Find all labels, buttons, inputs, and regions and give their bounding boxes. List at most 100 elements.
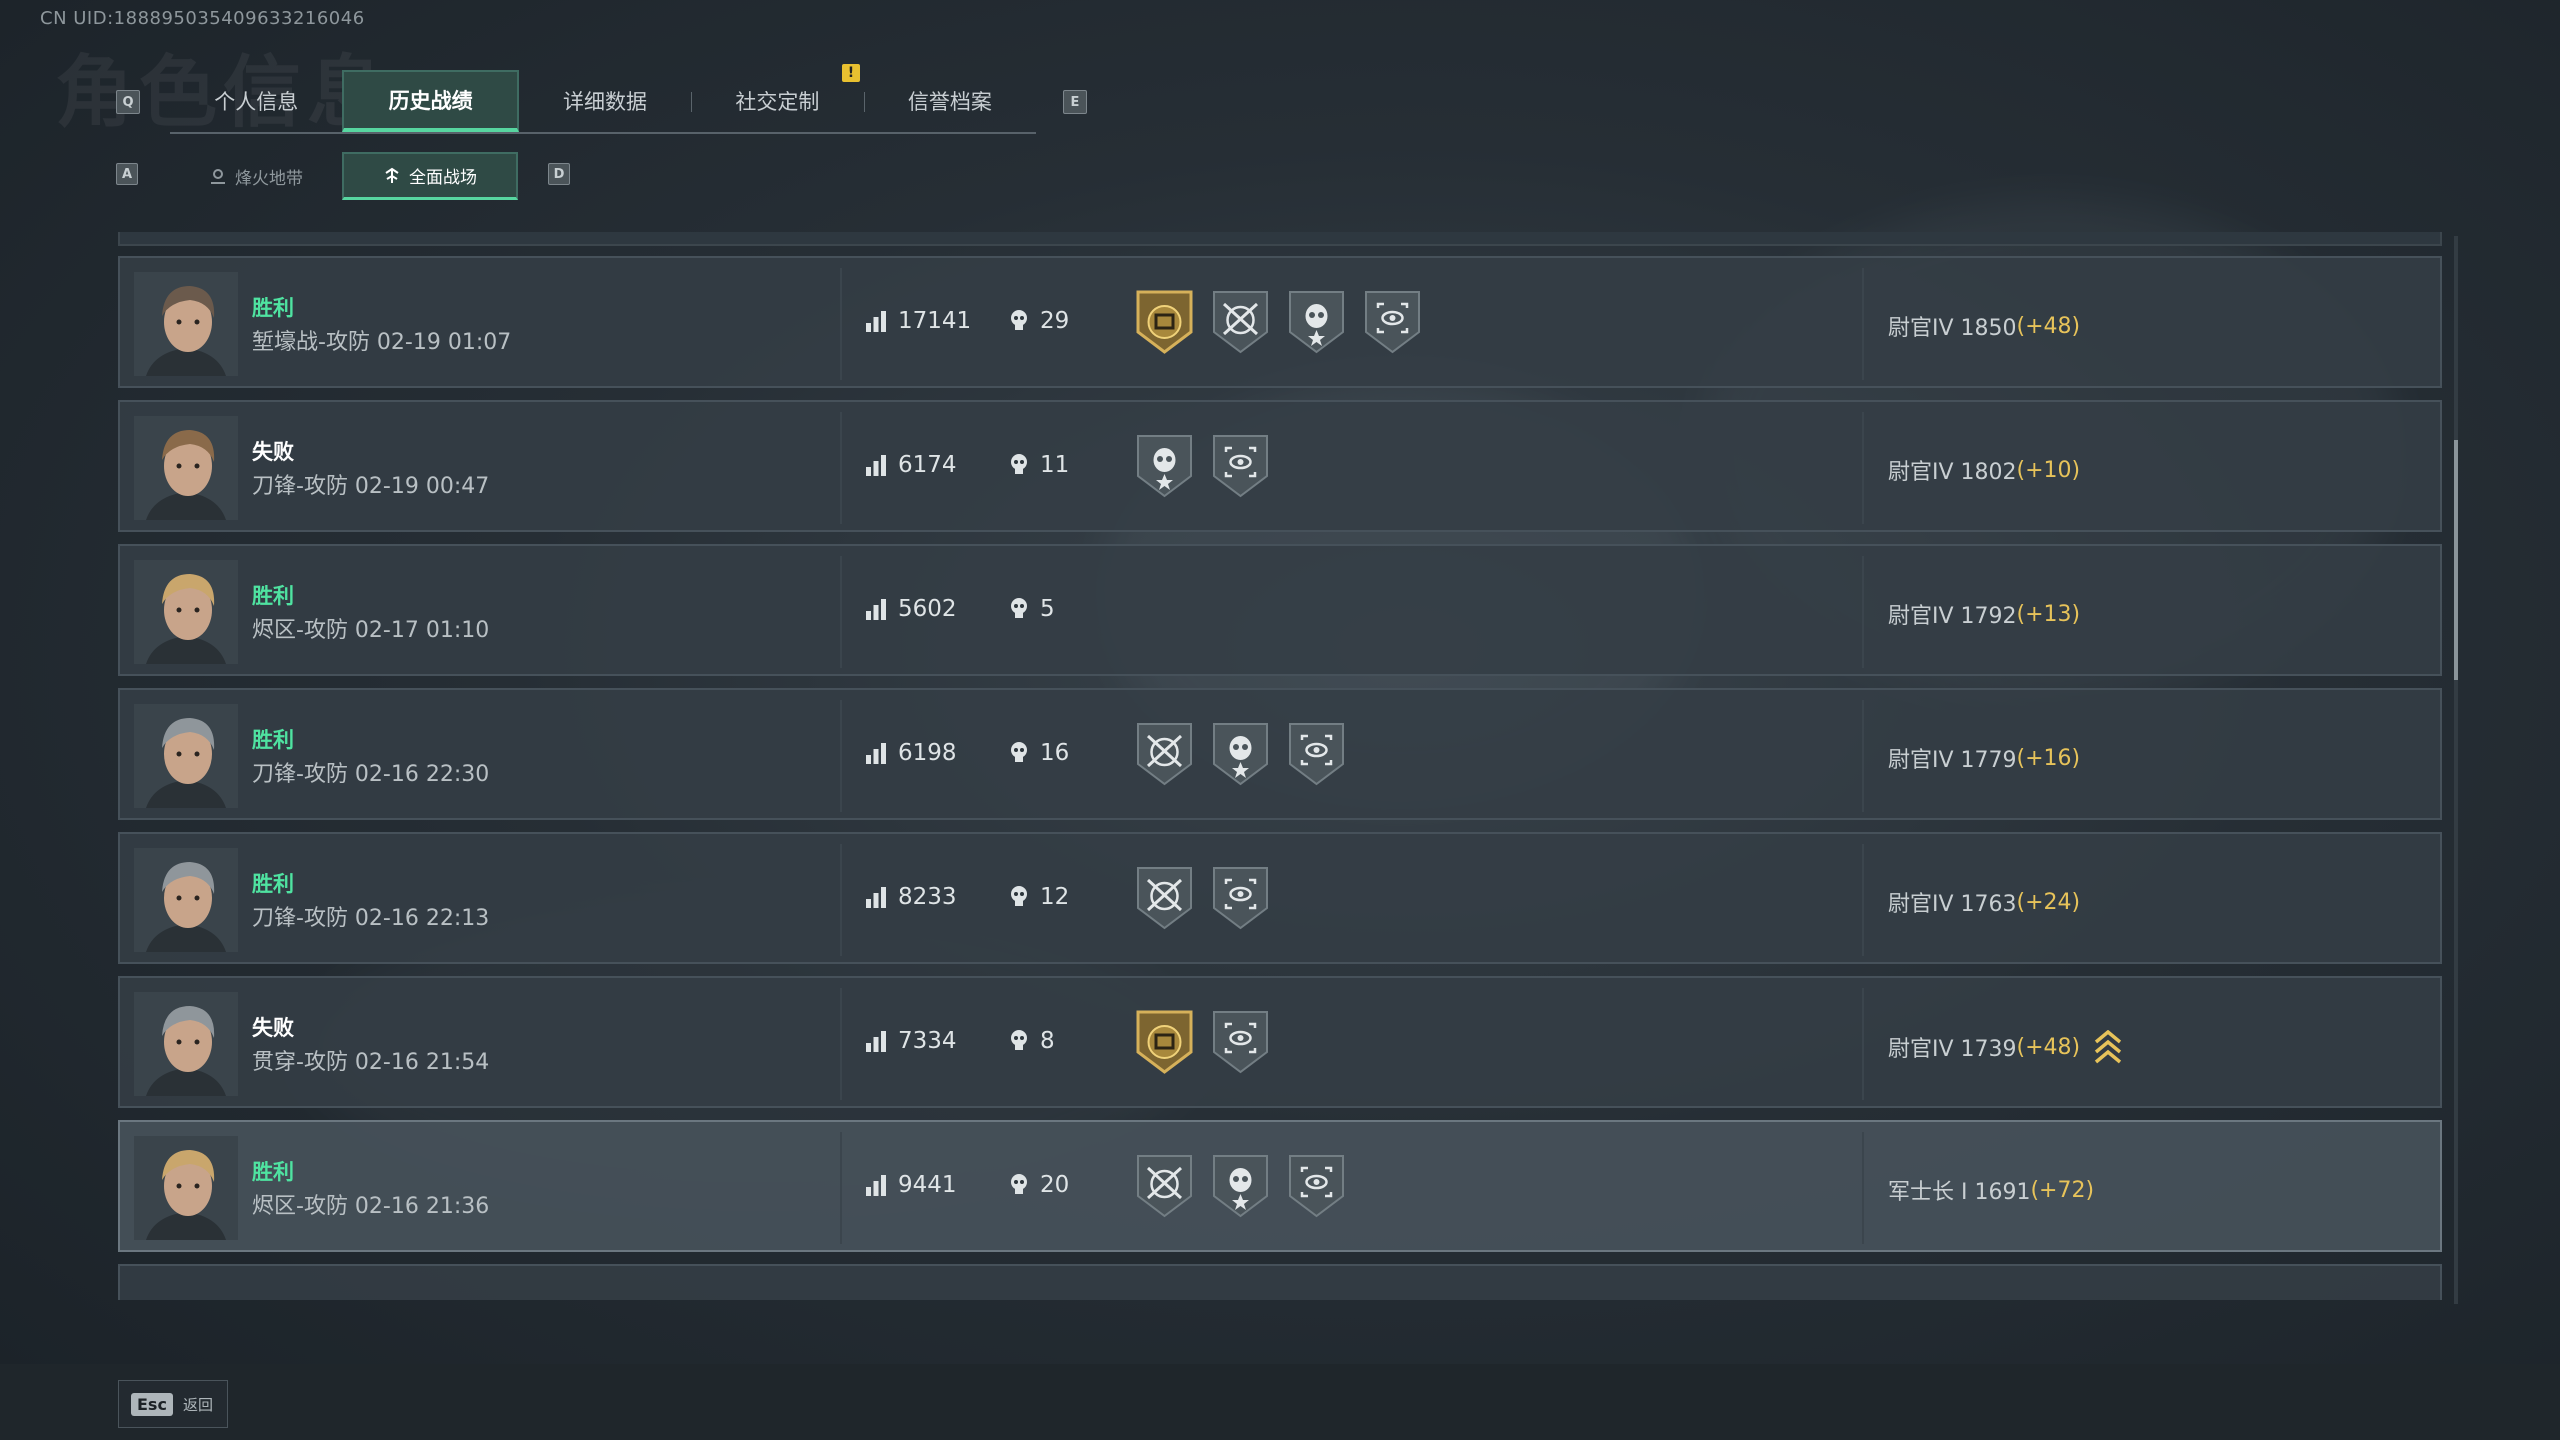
target-eye-medal-icon[interactable] bbox=[1286, 720, 1347, 788]
crossed-rifle-medal-icon[interactable] bbox=[1134, 864, 1195, 932]
scrollbar-track[interactable] bbox=[2454, 236, 2458, 1304]
tab-detailed-data[interactable]: 详细数据 bbox=[519, 70, 691, 132]
score-value: 6174 bbox=[898, 452, 957, 478]
medal-list bbox=[1134, 720, 1347, 788]
row-divider bbox=[1862, 412, 1864, 524]
score-stat: 17141 bbox=[864, 308, 971, 334]
gold-trophy-medal-icon[interactable] bbox=[1134, 288, 1195, 356]
target-eye-medal-icon[interactable] bbox=[1210, 864, 1271, 932]
row-divider bbox=[840, 700, 842, 812]
rank-info: 尉官IV 1763 (+24) bbox=[1888, 886, 2080, 918]
rank-label: 尉官IV 1802 bbox=[1888, 460, 2017, 485]
target-eye-medal-icon[interactable] bbox=[1362, 288, 1423, 356]
esc-key: Esc bbox=[131, 1392, 173, 1416]
medal-list bbox=[1134, 864, 1271, 932]
rank-delta: (+48) bbox=[2016, 1034, 2081, 1060]
subtab-hazard-zone[interactable]: 烽火地带 bbox=[170, 152, 342, 200]
score-value: 17141 bbox=[898, 308, 972, 334]
tab-social-custom[interactable]: 社交定制 bbox=[691, 70, 863, 132]
target-eye-medal-icon[interactable] bbox=[1210, 1008, 1271, 1076]
rank-delta: (+10) bbox=[2016, 457, 2081, 483]
rank-delta: (+13) bbox=[2016, 601, 2081, 627]
skull-star-medal-icon[interactable] bbox=[1210, 1152, 1271, 1220]
back-label: 返回 bbox=[182, 1395, 213, 1414]
rank-info: 尉官IV 1739 (+48) bbox=[1888, 1030, 2122, 1064]
match-row[interactable]: 胜利 刀锋-攻防 02-16 22:30 6198 16 尉官IV 1779 (+16) bbox=[118, 688, 2442, 820]
rank-up-icon bbox=[2095, 1030, 2122, 1064]
match-result: 胜利 bbox=[252, 584, 294, 608]
gold-trophy-medal-icon[interactable] bbox=[1134, 1008, 1195, 1076]
tab-match-history[interactable]: 历史战绩 bbox=[342, 70, 519, 132]
list-top-sliver bbox=[118, 232, 2442, 246]
match-history-list[interactable]: 胜利 堑壕战-攻防 02-19 01:07 17141 29 尉官IV 1850 (+48… bbox=[118, 232, 2442, 1300]
next-tab-key[interactable]: E bbox=[1063, 90, 1087, 114]
back-button[interactable]: Esc 返回 bbox=[118, 1380, 228, 1428]
match-row[interactable]: 失败刀锋-攻防 02-19 00:47 6174 11 尉官IV 1802 (+10) bbox=[118, 400, 2442, 532]
row-divider bbox=[840, 988, 842, 1100]
rank-info: 军士长 I 1691 (+72) bbox=[1888, 1174, 2094, 1206]
rank-label: 尉官IV 1850 bbox=[1888, 316, 2017, 341]
rank-label: 军士长 I 1691 bbox=[1888, 1180, 2031, 1205]
rank-label: 尉官IV 1763 bbox=[1888, 892, 2017, 917]
score-value: 5602 bbox=[898, 596, 957, 622]
crossed-rifle-medal-icon[interactable] bbox=[1134, 720, 1195, 788]
skull-icon bbox=[1011, 886, 1027, 906]
score-stat: 9441 bbox=[864, 1172, 957, 1198]
skull-icon bbox=[1011, 598, 1027, 618]
score-bar-icon bbox=[866, 1175, 886, 1196]
subtab-all-out-war[interactable]: 全面战场 bbox=[342, 152, 518, 200]
notice-badge: ! bbox=[842, 64, 860, 82]
skull-icon bbox=[1011, 742, 1027, 762]
score-stat: 6198 bbox=[864, 740, 957, 766]
match-row[interactable]: 胜利 烬区-攻防 02-16 21:36 9441 20 军士长 I 1691 (+72) bbox=[118, 1120, 2442, 1252]
kills-value: 5 bbox=[1040, 596, 1055, 622]
tab-reputation-file[interactable]: 信誉档案 bbox=[863, 70, 1036, 132]
match-detail: 堑壕战-攻防 02-19 01:07 bbox=[252, 330, 512, 355]
prev-tab-key[interactable]: Q bbox=[116, 90, 140, 114]
match-row[interactable]: 失败 贯穿-攻防 02-16 21:54 7334 8 尉官IV 1739 (+48) bbox=[118, 976, 2442, 1108]
tab-personal-info[interactable]: 个人信息 bbox=[170, 70, 342, 132]
target-eye-medal-icon[interactable] bbox=[1210, 432, 1271, 500]
match-detail: 刀锋-攻防 02-19 00:47 bbox=[252, 474, 490, 499]
skull-star-medal-icon[interactable] bbox=[1134, 432, 1195, 500]
match-row[interactable]: 胜利 烬区-攻防 02-17 01:10 5602 5 尉官IV 1792 (+13) bbox=[118, 544, 2442, 676]
next-subtab-key[interactable]: D bbox=[548, 163, 570, 185]
match-result: 失败 bbox=[252, 1016, 294, 1040]
match-row[interactable]: 胜利 刀锋-攻防 02-16 22:13 8233 12 尉官IV 1763 (+24) bbox=[118, 832, 2442, 964]
subtab-hazard-zone-label: 烽火地带 bbox=[235, 168, 303, 189]
rank-info: 尉官IV 1779 (+16) bbox=[1888, 742, 2080, 774]
rank-delta: (+48) bbox=[2016, 313, 2081, 339]
rank-delta: (+72) bbox=[2030, 1177, 2095, 1203]
kills-value: 8 bbox=[1040, 1028, 1055, 1054]
row-divider bbox=[1862, 556, 1864, 668]
scrollbar-thumb[interactable] bbox=[2454, 440, 2458, 680]
rank-info: 尉官IV 1850 (+48) bbox=[1888, 310, 2080, 342]
row-divider bbox=[1862, 268, 1864, 380]
row-divider bbox=[1862, 988, 1864, 1100]
match-result: 失败 bbox=[252, 440, 294, 464]
kills-stat: 11 bbox=[1008, 452, 1069, 478]
kills-stat: 16 bbox=[1008, 740, 1069, 766]
crossed-rifle-medal-icon[interactable] bbox=[1134, 1152, 1195, 1220]
skull-icon bbox=[1011, 454, 1027, 474]
kills-stat: 29 bbox=[1008, 308, 1069, 334]
match-detail: 刀锋-攻防 02-16 22:13 bbox=[252, 906, 490, 931]
match-row[interactable]: 胜利 堑壕战-攻防 02-19 01:07 17141 29 尉官IV 1850 (+48… bbox=[118, 256, 2442, 388]
score-bar-icon bbox=[866, 599, 886, 620]
subtab-all-out-war-label: 全面战场 bbox=[409, 168, 477, 188]
score-stat: 5602 bbox=[864, 596, 957, 622]
rank-info: 尉官IV 1802 (+10) bbox=[1888, 454, 2080, 486]
kills-stat: 8 bbox=[1008, 1028, 1055, 1054]
score-value: 8233 bbox=[898, 884, 957, 910]
match-row-partial[interactable] bbox=[118, 1264, 2442, 1300]
prev-subtab-key[interactable]: A bbox=[116, 163, 138, 185]
row-divider bbox=[1862, 700, 1864, 812]
row-divider bbox=[1862, 1132, 1864, 1244]
skull-star-medal-icon[interactable] bbox=[1286, 288, 1347, 356]
target-eye-medal-icon[interactable] bbox=[1286, 1152, 1347, 1220]
operator-avatar bbox=[134, 992, 238, 1096]
skull-star-medal-icon[interactable] bbox=[1210, 720, 1271, 788]
uid-label: CN UID:1888950354096332160​46 bbox=[40, 8, 365, 29]
score-bar-icon bbox=[866, 1031, 886, 1052]
crossed-rifle-medal-icon[interactable] bbox=[1210, 288, 1271, 356]
